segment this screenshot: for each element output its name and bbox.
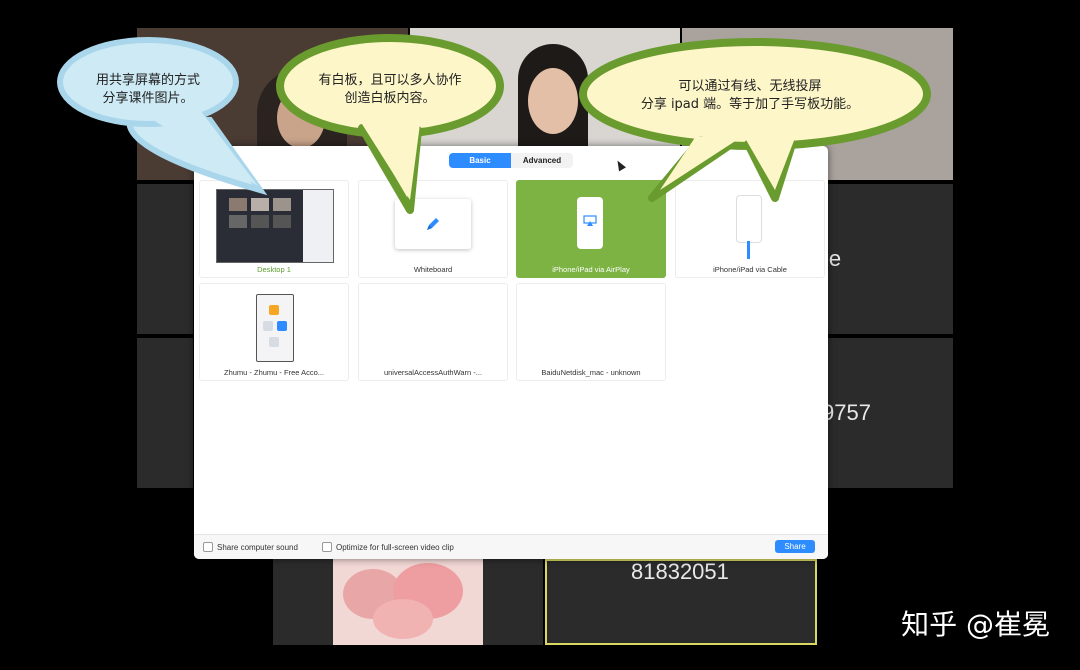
app-tile xyxy=(277,321,287,331)
airplay-label: iPhone/iPad via AirPlay xyxy=(552,265,630,274)
thumbnail-sidebar xyxy=(303,190,333,262)
participant-face xyxy=(528,68,578,134)
share-screen-dialog: Basic Advanced Desktop 1 Whiteboard iPho… xyxy=(194,146,828,559)
thumbnail-tile xyxy=(251,215,269,228)
video-tile-active: 81832051 xyxy=(545,559,817,645)
close-window-button[interactable] xyxy=(205,157,213,165)
thumbnail-tile xyxy=(251,198,269,211)
mouse-cursor-icon xyxy=(614,158,626,172)
share-option-whiteboard[interactable]: Whiteboard xyxy=(358,180,508,278)
share-option-baidu-netdisk[interactable]: BaiduNetdisk_mac - unknown xyxy=(516,283,666,381)
zhihu-watermark: 知乎 @崔冕 xyxy=(901,608,1050,641)
share-sound-label: Share computer sound xyxy=(217,542,298,552)
airplay-phone-icon xyxy=(577,197,603,249)
app-tile xyxy=(263,321,273,331)
video-tile-7: 9757 xyxy=(828,338,953,488)
checkbox-box[interactable] xyxy=(203,542,213,552)
tile-number-partial: 9757 xyxy=(828,400,871,425)
share-button[interactable]: Share xyxy=(775,540,815,553)
airplay-icon xyxy=(583,215,597,226)
desktop-thumbnail xyxy=(216,189,334,263)
share-option-universal-access[interactable]: universalAccessAuthWarn -... xyxy=(358,283,508,381)
thumbnail-tile xyxy=(229,215,247,228)
cable-connector-icon xyxy=(747,241,750,259)
tile-meeting-number: 81832051 xyxy=(631,559,729,584)
tile-name-partial: ie xyxy=(828,246,842,271)
whiteboard-card xyxy=(395,199,471,249)
share-option-zhumu-window[interactable]: Zhumu - Zhumu - Free Acco... xyxy=(199,283,349,381)
share-option-cable[interactable]: iPhone/iPad via Cable xyxy=(675,180,825,278)
video-tile-4 xyxy=(137,184,193,334)
whiteboard-label: Whiteboard xyxy=(413,265,453,274)
checkbox-box[interactable] xyxy=(322,542,332,552)
callout-3-text: 可以通过有线、无线投屏 分享 ipad 端。等于加了手写板功能。 xyxy=(640,79,860,112)
desktop-label: Desktop 1 xyxy=(257,265,291,274)
optimize-video-checkbox[interactable]: Optimize for full-screen video clip xyxy=(322,542,454,552)
cable-label: iPhone/iPad via Cable xyxy=(713,265,787,274)
tab-basic[interactable]: Basic xyxy=(449,153,511,168)
share-sound-checkbox[interactable]: Share computer sound xyxy=(203,542,298,552)
app-tile xyxy=(269,337,279,347)
callout-1-text: 用共享屏幕的方式 分享课件图片。 xyxy=(95,73,200,106)
share-mode-tabs: Basic Advanced xyxy=(449,153,573,168)
dialog-footer: Share computer sound Optimize for full-s… xyxy=(194,534,828,559)
universal-access-label: universalAccessAuthWarn -... xyxy=(383,368,483,377)
app-tile xyxy=(269,305,279,315)
cable-phone-icon xyxy=(736,195,762,243)
zhumu-window-label: Zhumu - Zhumu - Free Acco... xyxy=(223,368,325,377)
video-tile-5: ie xyxy=(828,184,953,334)
optimize-video-label: Optimize for full-screen video clip xyxy=(336,542,454,552)
video-tile-8 xyxy=(273,559,543,645)
thumbnail-tile xyxy=(229,198,247,211)
tab-advanced[interactable]: Advanced xyxy=(511,153,573,168)
app-window-thumbnail xyxy=(256,294,294,362)
video-tile-6 xyxy=(137,338,193,488)
callout-2-text: 有白板，且可以多人协作 创造白板内容。 xyxy=(318,73,462,106)
share-option-desktop[interactable]: Desktop 1 xyxy=(199,180,349,278)
baidu-netdisk-label: BaiduNetdisk_mac - unknown xyxy=(541,368,641,377)
thumbnail-tile xyxy=(273,198,291,211)
flower-petal xyxy=(373,599,433,639)
thumbnail-tile xyxy=(273,215,291,228)
flower-image xyxy=(333,559,483,645)
pen-icon xyxy=(427,218,439,230)
share-option-airplay[interactable]: iPhone/iPad via AirPlay xyxy=(516,180,666,278)
